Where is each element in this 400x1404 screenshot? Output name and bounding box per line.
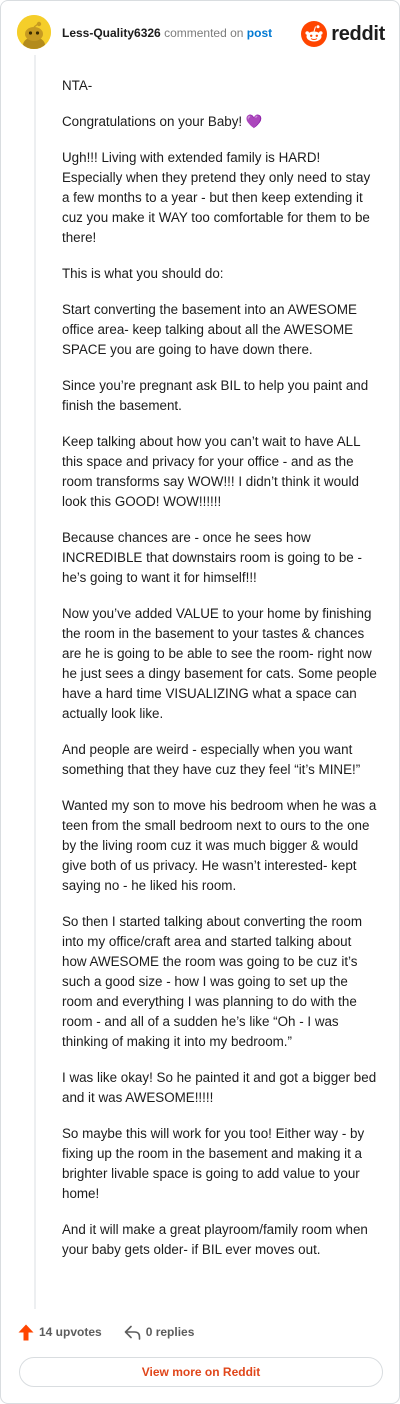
view-more-button[interactable]: View more on Reddit: [19, 1357, 383, 1387]
comment-paragraph: Wanted my son to move his bedroom when h…: [62, 798, 377, 893]
comment-paragraph: So maybe this will work for you too! Eit…: [62, 1126, 365, 1201]
upvote-count: 14 upvotes: [39, 1325, 102, 1339]
reply-icon: [124, 1325, 141, 1340]
comment-header: Less-Quality6326 commented on post reddi…: [17, 15, 385, 55]
comment-footer: 14 upvotes 0 replies: [18, 1321, 216, 1343]
brand-name: reddit: [331, 22, 385, 45]
comment-card: Less-Quality6326 commented on post reddi…: [0, 0, 400, 1404]
reddit-logo-icon: [301, 21, 328, 47]
comment-paragraph: NTA-: [62, 78, 93, 93]
author-name[interactable]: Less-Quality6326: [62, 26, 161, 40]
action-text: commented on: [164, 26, 244, 40]
comment-paragraph: And it will make a great playroom/family…: [62, 1222, 368, 1257]
comment-paragraph: So then I started talking about converti…: [62, 914, 362, 1049]
comment-paragraph: Ugh!!! Living with extended family is HA…: [62, 150, 371, 245]
thread-line[interactable]: [34, 55, 36, 1309]
comment-paragraph: Keep talking about how you can’t wait to…: [62, 434, 361, 509]
comment-body: NTA- Congratulations on your Baby! 💜 Ugh…: [62, 76, 378, 1276]
reply-button[interactable]: 0 replies: [124, 1325, 195, 1340]
comment-paragraph: And people are weird - especially when y…: [62, 742, 361, 777]
upvote-arrow-icon: [18, 1324, 34, 1340]
post-link[interactable]: post: [247, 26, 272, 40]
reddit-brand[interactable]: reddit: [301, 21, 385, 47]
upvote-button[interactable]: 14 upvotes: [18, 1324, 102, 1341]
reply-count: 0 replies: [145, 1325, 195, 1339]
comment-paragraph: Congratulations on your Baby! 💜: [62, 114, 263, 129]
comment-paragraph: Start converting the basement into an AW…: [62, 302, 357, 357]
snoo-avatar-icon: [17, 15, 51, 49]
comment-paragraph: Since you’re pregnant ask BIL to help yo…: [62, 378, 369, 413]
comment-paragraph: This is what you should do:: [62, 266, 224, 281]
avatar[interactable]: [17, 15, 51, 49]
comment-paragraph: I was like okay! So he painted it and go…: [62, 1070, 377, 1105]
comment-paragraph: Because chances are - once he sees how I…: [62, 530, 362, 585]
author-line: Less-Quality6326 commented on post: [62, 26, 272, 40]
comment-paragraph: Now you’ve added VALUE to your home by f…: [62, 606, 377, 721]
